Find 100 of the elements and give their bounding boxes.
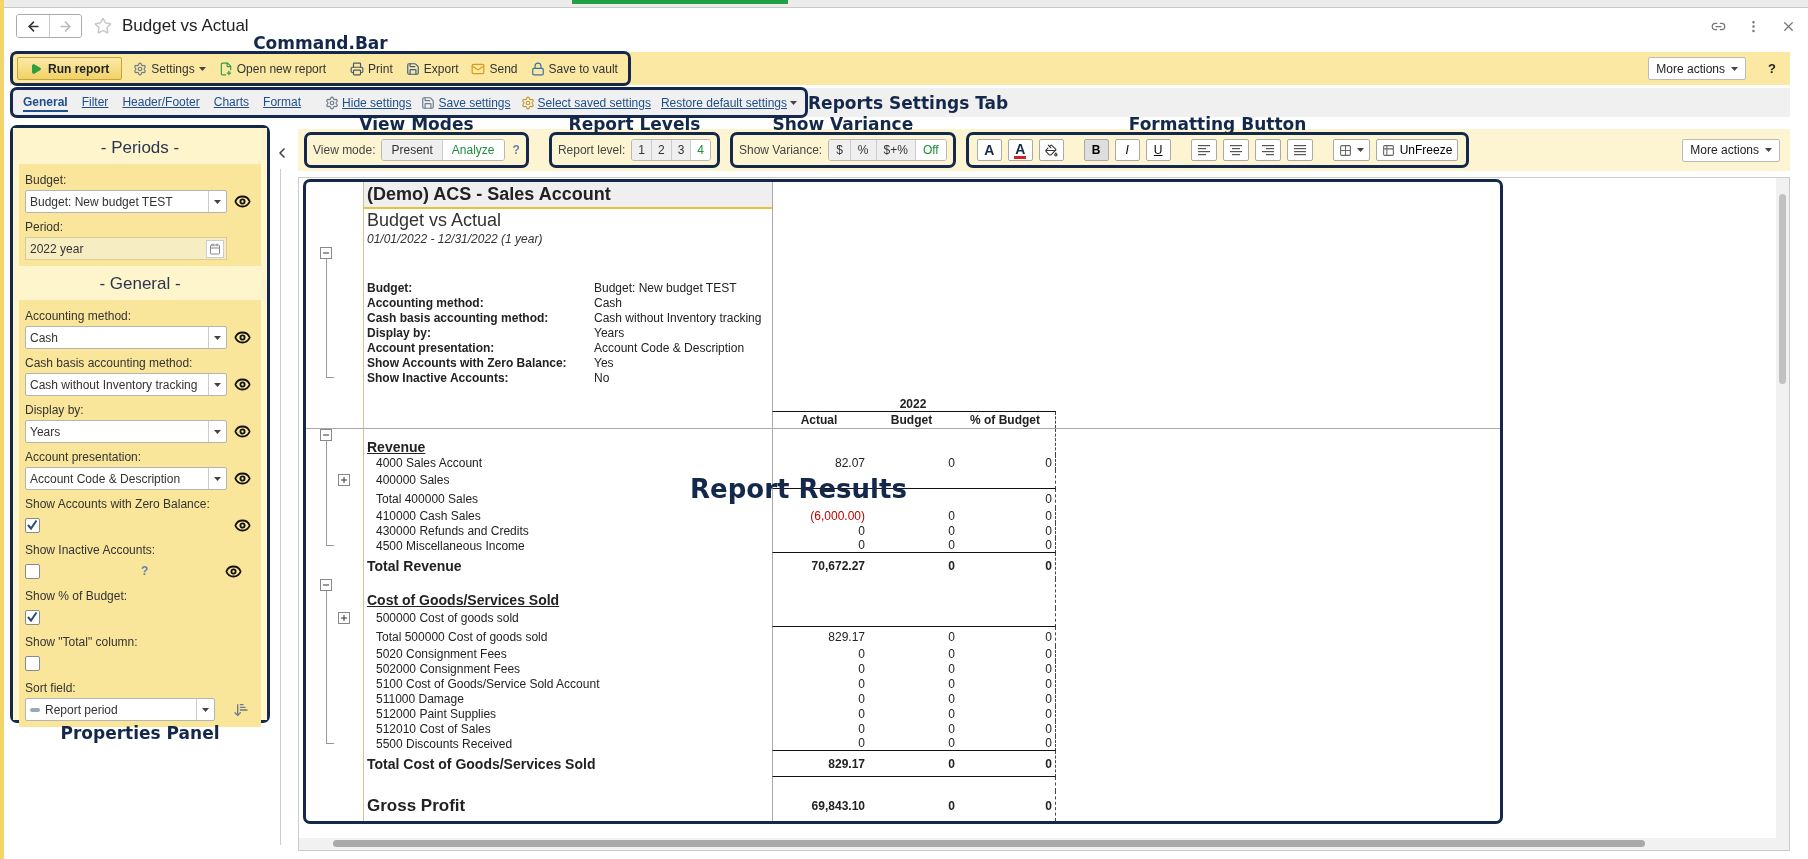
report-title: Budget vs Actual bbox=[367, 209, 502, 231]
dropdown-field[interactable]: Report period bbox=[25, 698, 215, 721]
eye-icon[interactable] bbox=[233, 193, 251, 210]
checkbox[interactable] bbox=[25, 609, 40, 625]
align-justify-icon bbox=[1292, 144, 1307, 156]
toolbar-button[interactable]: Send bbox=[469, 61, 520, 76]
caret-icon bbox=[214, 476, 222, 481]
segment-button[interactable]: Present bbox=[382, 140, 442, 160]
amount-cell: 69,843.10 bbox=[772, 791, 868, 821]
star-icon[interactable] bbox=[94, 17, 112, 35]
align-button[interactable] bbox=[1286, 139, 1313, 161]
amount-cell: 0 bbox=[772, 646, 868, 661]
caret-icon bbox=[214, 335, 222, 340]
field-label: Cash basis accounting method: bbox=[25, 356, 194, 370]
settings-tab[interactable]: General bbox=[23, 93, 68, 112]
segment-button[interactable]: $+% bbox=[875, 140, 915, 160]
play-icon bbox=[30, 62, 42, 75]
minus-box-icon[interactable] bbox=[320, 429, 332, 441]
window-title: Budget vs Actual bbox=[122, 16, 249, 36]
segment-button[interactable]: % bbox=[849, 140, 876, 160]
field-label: Accounting method: bbox=[25, 309, 133, 323]
eye-icon[interactable] bbox=[233, 376, 251, 393]
align-button[interactable] bbox=[1190, 139, 1217, 161]
annotation-label: Report Levels bbox=[568, 116, 701, 133]
eye-icon[interactable] bbox=[233, 423, 251, 440]
new-document-icon bbox=[218, 61, 233, 76]
minus-box-icon[interactable] bbox=[320, 579, 332, 591]
bold-button[interactable]: B bbox=[1083, 139, 1109, 161]
amount-cell: 0 bbox=[772, 706, 868, 721]
sort-icon[interactable] bbox=[233, 701, 249, 718]
settings-tab[interactable]: Filter bbox=[81, 93, 109, 112]
font-color-button[interactable]: A bbox=[1007, 139, 1033, 161]
fill-color-button[interactable] bbox=[1038, 139, 1064, 161]
account-label: 511000 Damage bbox=[376, 691, 464, 706]
settings-link[interactable]: Select saved settings bbox=[520, 95, 651, 110]
table-icon bbox=[1381, 143, 1395, 157]
dropdown-field[interactable]: Account Code & Description bbox=[25, 467, 228, 490]
settings-link[interactable]: Restore default settings bbox=[660, 95, 797, 110]
settings-link[interactable]: Hide settings bbox=[325, 95, 412, 110]
italic-button[interactable]: I bbox=[1114, 139, 1140, 161]
horizontal-scrollbar[interactable] bbox=[299, 838, 1789, 850]
minus-box-icon[interactable] bbox=[320, 247, 332, 259]
more-actions-button[interactable]: More actions bbox=[1682, 138, 1780, 162]
parameter-label: Display by: bbox=[367, 325, 433, 340]
dropdown-field[interactable]: Cash without Inventory tracking bbox=[25, 373, 228, 396]
field-label: Period: bbox=[25, 220, 65, 234]
account-label: 430000 Refunds and Credits bbox=[376, 523, 529, 538]
toolbar-button[interactable]: Open new report bbox=[216, 61, 329, 76]
caret-icon bbox=[790, 100, 797, 105]
segment-button[interactable]: 1 bbox=[632, 140, 651, 160]
borders-button[interactable] bbox=[1332, 139, 1370, 161]
settings-tab[interactable]: Header/Footer bbox=[122, 93, 200, 112]
segment-button[interactable]: 3 bbox=[670, 140, 691, 160]
checkbox[interactable] bbox=[25, 655, 40, 671]
checkbox[interactable] bbox=[25, 517, 40, 533]
field-label: Show Accounts with Zero Balance: bbox=[25, 497, 211, 511]
toolbar-button[interactable]: Settings bbox=[131, 61, 208, 76]
annotation-label: Formatting Button bbox=[1128, 116, 1307, 133]
font-button[interactable]: A bbox=[976, 139, 1002, 161]
eye-icon[interactable] bbox=[233, 470, 251, 487]
calendar-icon[interactable] bbox=[209, 242, 222, 255]
toolbar-button[interactable]: Save to vault bbox=[528, 61, 620, 76]
align-button[interactable] bbox=[1254, 139, 1281, 161]
segment-button[interactable]: Off bbox=[914, 140, 946, 160]
toolbar-button[interactable]: Print bbox=[348, 61, 395, 76]
segment-button[interactable]: $ bbox=[829, 140, 850, 160]
dropdown-field[interactable]: Budget: New budget TEST bbox=[25, 190, 228, 213]
settings-tab[interactable]: Format bbox=[263, 93, 302, 112]
amount-cell: 0 bbox=[772, 736, 868, 751]
period-field[interactable]: 2022 year bbox=[25, 237, 228, 260]
segment-button[interactable]: 4 bbox=[690, 140, 710, 160]
align-right-icon bbox=[1260, 144, 1275, 156]
eye-icon[interactable] bbox=[233, 329, 251, 346]
plus-box-icon[interactable] bbox=[338, 611, 350, 624]
amount-cell: (6,000.00) bbox=[772, 508, 868, 523]
align-button[interactable] bbox=[1222, 139, 1249, 161]
unfreeze-button[interactable]: UnFreeze bbox=[1375, 139, 1459, 161]
parameter-label: Account presentation: bbox=[367, 340, 496, 355]
vertical-scrollbar[interactable] bbox=[1776, 178, 1789, 838]
help-link[interactable]: ? bbox=[512, 143, 520, 157]
amount-cell-text: 0 bbox=[947, 646, 956, 661]
plus-box-icon[interactable] bbox=[338, 473, 350, 486]
settings-tab[interactable]: Charts bbox=[213, 93, 250, 112]
run-report-button[interactable]: Run report bbox=[17, 57, 123, 80]
parameter-value: Account Code & Description bbox=[594, 340, 745, 355]
segment-button[interactable]: 2 bbox=[650, 140, 671, 160]
amount-cell: 0 bbox=[868, 736, 958, 751]
dropdown-field[interactable]: Years bbox=[25, 420, 228, 443]
toolbar-button[interactable]: Export bbox=[403, 61, 461, 76]
caret-icon bbox=[214, 382, 222, 387]
checkbox[interactable] bbox=[25, 563, 40, 579]
more-actions-button[interactable]: More actions bbox=[1648, 57, 1747, 80]
amount-cell-text: 0 bbox=[947, 558, 956, 575]
dropdown-field[interactable]: Cash bbox=[25, 326, 228, 349]
amount-cell: 0 bbox=[958, 676, 1056, 691]
segment-button[interactable]: Analyze bbox=[441, 140, 504, 160]
underline-button[interactable]: U bbox=[1145, 139, 1171, 161]
settings-link[interactable]: Save settings bbox=[421, 95, 511, 110]
help-button[interactable]: ? bbox=[1768, 61, 1776, 76]
total-label: Total Revenue bbox=[367, 558, 462, 574]
